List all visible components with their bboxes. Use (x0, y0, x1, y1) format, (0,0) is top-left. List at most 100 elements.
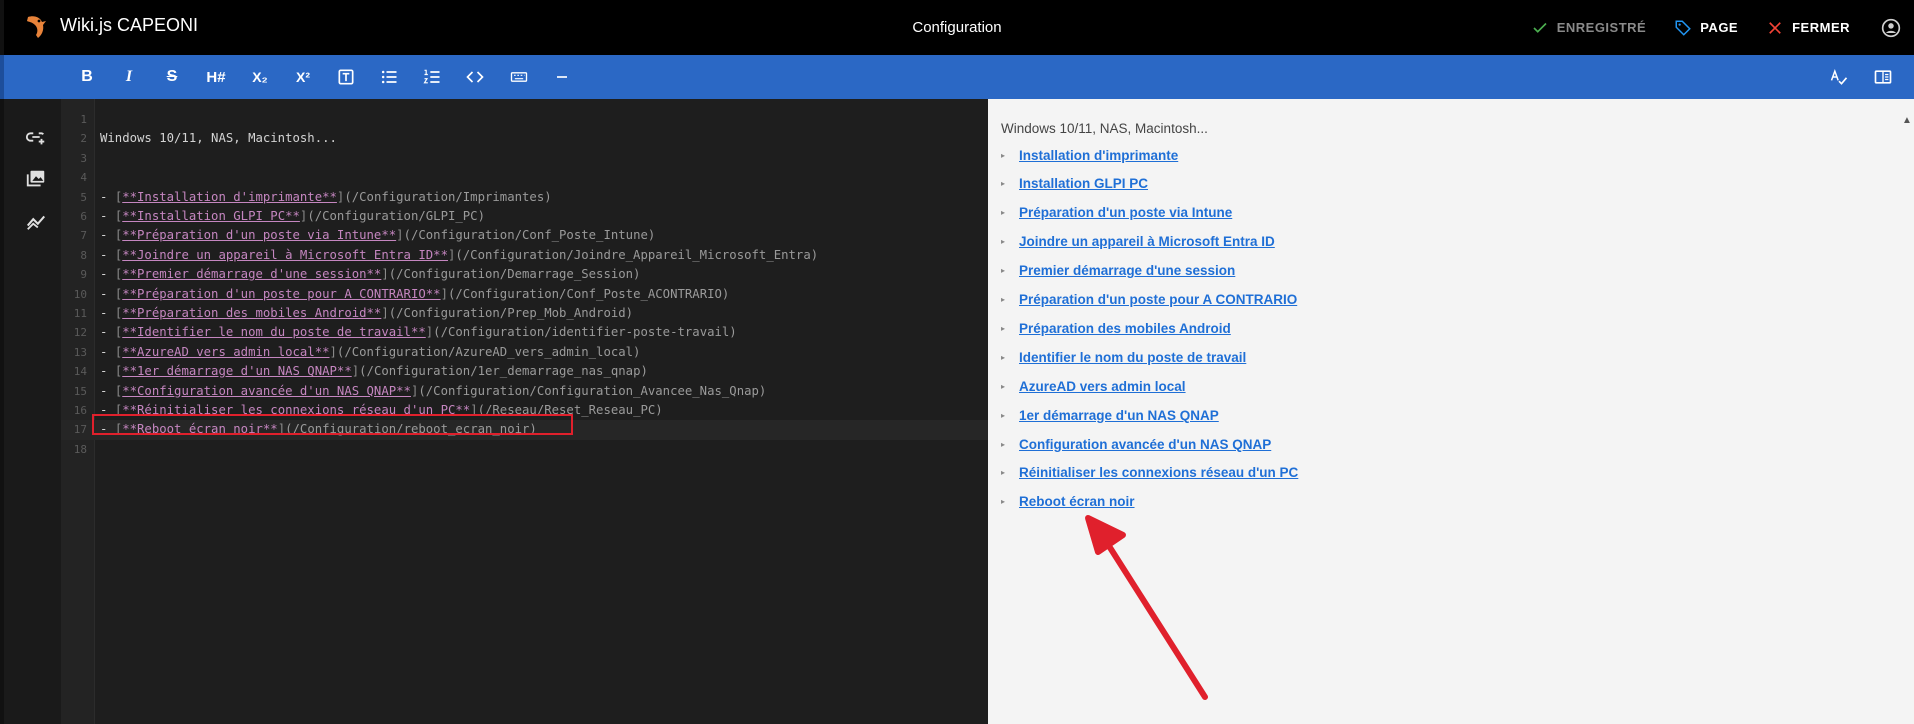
preview-link[interactable]: 1er démarrage d'un NAS QNAP (1019, 408, 1219, 423)
editor-line[interactable]: 10 - [**Préparation d'un poste pour A CON… (61, 285, 988, 304)
line-number: 2 (80, 132, 87, 146)
preview-link[interactable]: Préparation des mobiles Android (1019, 321, 1231, 336)
horizontal-rule-button[interactable] (542, 55, 582, 99)
subscript-button[interactable]: X₂ (240, 55, 280, 99)
preview-list-item: ▸ 1er démarrage d'un NAS QNAP (1001, 405, 1219, 425)
editor-line[interactable]: 18 (61, 440, 988, 459)
editor-line[interactable]: 9 - [**Premier démarrage d'une session**]… (61, 265, 988, 284)
editor-line[interactable]: 1 (61, 110, 988, 129)
strikethrough-button[interactable]: S (152, 55, 192, 99)
bracket-close: ] (329, 344, 337, 359)
bullet-icon: ▸ (1001, 323, 1006, 333)
blockquote-button[interactable] (326, 55, 366, 99)
preview-list-item: ▸ Préparation d'un poste pour A CONTRARIO (1001, 290, 1297, 310)
line-number: 15 (73, 384, 87, 398)
line-content: - [**Installation GLPI PC**](/Configurat… (100, 207, 485, 226)
list-marker: - (100, 286, 115, 301)
bold-button[interactable]: B (67, 55, 107, 99)
link-text: **Identifier le nom du poste de travail*… (122, 325, 426, 340)
superscript-button[interactable]: X² (283, 55, 323, 99)
bracket-close: ] (381, 306, 389, 320)
preview-list-item: ▸ Préparation des mobiles Android (1001, 318, 1231, 338)
line-content: - [**Configuration avancée d'un NAS QNAP… (100, 382, 766, 401)
line-content: - [**AzureAD vers admin local**](/Config… (100, 343, 640, 362)
preview-list-item: ▸ Premier démarrage d'une session (1001, 261, 1235, 281)
bracket-close: ] (440, 286, 448, 301)
line-content: - [**Identifier le nom du poste de trava… (100, 323, 737, 342)
editor-line[interactable]: 3 (61, 149, 988, 168)
link-url: (/Configuration/Conf_Poste_Intune) (403, 228, 656, 243)
tag-icon (1675, 20, 1692, 36)
preview-list-item: ▸ Reboot écran noir (1001, 492, 1135, 512)
close-button[interactable]: FERMER (1752, 0, 1864, 55)
window-edge (0, 0, 4, 55)
preview-link[interactable]: Préparation d'un poste via Intune (1019, 205, 1232, 220)
line-number: 12 (73, 326, 87, 340)
preview-link[interactable]: AzureAD vers admin local (1019, 379, 1186, 394)
line-number: 18 (73, 442, 87, 456)
line-number: 1 (80, 113, 87, 126)
link-text: **1er démarrage d'un NAS QNAP** (122, 364, 352, 379)
preview-link[interactable]: Joindre un appareil à Microsoft Entra ID (1019, 234, 1275, 249)
ordered-list-button[interactable] (412, 55, 452, 99)
saved-button[interactable]: ENREGISTRÉ (1517, 0, 1661, 55)
preview-link[interactable]: Installation d'imprimante (1019, 148, 1178, 163)
preview-link[interactable]: Reboot écran noir (1019, 494, 1135, 509)
editor-line[interactable]: 4 (61, 168, 988, 187)
heading-button[interactable]: H# (196, 55, 236, 99)
link-url: (/Configuration/Prep_Mob_Android) (388, 306, 634, 320)
italic-button[interactable]: I (109, 55, 149, 99)
editor-line[interactable]: 11 - [**Préparation des mobiles Android**… (61, 304, 988, 323)
insert-diagram-button[interactable] (22, 207, 50, 235)
preview-link[interactable]: Configuration avancée d'un NAS QNAP (1019, 437, 1271, 452)
line-content: - [**Joindre un appareil à Microsoft Ent… (100, 246, 818, 265)
bullet-icon: ▸ (1001, 295, 1006, 304)
list-marker: - (100, 364, 115, 379)
link-url: (/Configuration/GLPI_PC) (307, 209, 485, 223)
bullet-icon: ▸ (1001, 352, 1006, 362)
check-icon (1533, 22, 1547, 33)
editor-line[interactable]: 13 - [**AzureAD vers admin local**](/Conf… (61, 343, 988, 362)
editor-line[interactable]: 5 - [**Installation d'imprimante**](/Conf… (61, 188, 988, 207)
editor-line[interactable]: 15 - [**Configuration avancée d'un NAS QN… (61, 382, 988, 401)
toggle-preview-button[interactable] (1863, 55, 1903, 99)
bracket-close: ] (381, 267, 389, 282)
link-url: (/Configuration/AzureAD_vers_admin_local… (336, 344, 641, 359)
bracket-close: ] (396, 228, 404, 243)
page-properties-button[interactable]: PAGE (1660, 0, 1752, 55)
bullet-icon: ▸ (1001, 179, 1006, 189)
preview-link[interactable]: Préparation d'un poste pour A CONTRARIO (1019, 292, 1297, 307)
editor-line[interactable]: 8 - [**Joindre un appareil à Microsoft En… (61, 246, 988, 265)
line-number: 13 (73, 345, 87, 359)
editor-line[interactable]: 7 - [**Préparation d'un poste via Intune*… (61, 226, 988, 245)
bullet-list-button[interactable] (369, 55, 409, 99)
preview-link[interactable]: Réinitialiser les connexions réseau d'un… (1019, 465, 1298, 480)
editor-line[interactable]: 14 - [**1er démarrage d'un NAS QNAP**](/C… (61, 362, 988, 381)
editor-line[interactable]: 2 Windows 10/11, NAS, Macintosh... (61, 129, 988, 148)
editor-line[interactable]: 6 - [**Installation GLPI PC**](/Configura… (61, 207, 988, 226)
spellcheck-button[interactable] (1819, 55, 1859, 99)
markdown-editor[interactable]: 1 2 Windows 10/11, NAS, Macintosh... 3 4 5- [… (61, 99, 988, 724)
account-circle-icon (1881, 18, 1901, 37)
line-number: 10 (73, 287, 87, 301)
link-text: **Préparation d'un poste pour A CONTRARI… (122, 286, 441, 301)
line-content: - [**Préparation des mobiles Android**](… (100, 304, 633, 323)
bullet-icon: ▸ (1001, 497, 1006, 507)
line-content: - [**Premier démarrage d'une session**](… (100, 265, 640, 284)
line-content: - [**Préparation d'un poste pour A CONTR… (100, 285, 729, 304)
preview-link[interactable]: Installation GLPI PC (1019, 176, 1148, 191)
preview-link[interactable]: Identifier le nom du poste de travail (1019, 350, 1246, 365)
inline-code-button[interactable] (455, 55, 495, 99)
preview-link[interactable]: Premier démarrage d'une session (1019, 263, 1235, 278)
line-number: 4 (80, 171, 87, 185)
bullet-icon: ▸ (1001, 439, 1006, 449)
insert-link-button[interactable] (22, 123, 50, 151)
account-button[interactable] (1868, 0, 1914, 55)
insert-assets-button[interactable] (22, 165, 50, 193)
chart-line-icon (26, 215, 46, 230)
app-title[interactable]: Wiki.js CAPEONI (60, 15, 198, 36)
editor-line[interactable]: 12 - [**Identifier le nom du poste de tra… (61, 323, 988, 342)
text-box-icon (338, 69, 354, 85)
scroll-up-icon[interactable]: ▲ (1900, 115, 1914, 127)
keyboard-key-button[interactable] (499, 55, 539, 99)
